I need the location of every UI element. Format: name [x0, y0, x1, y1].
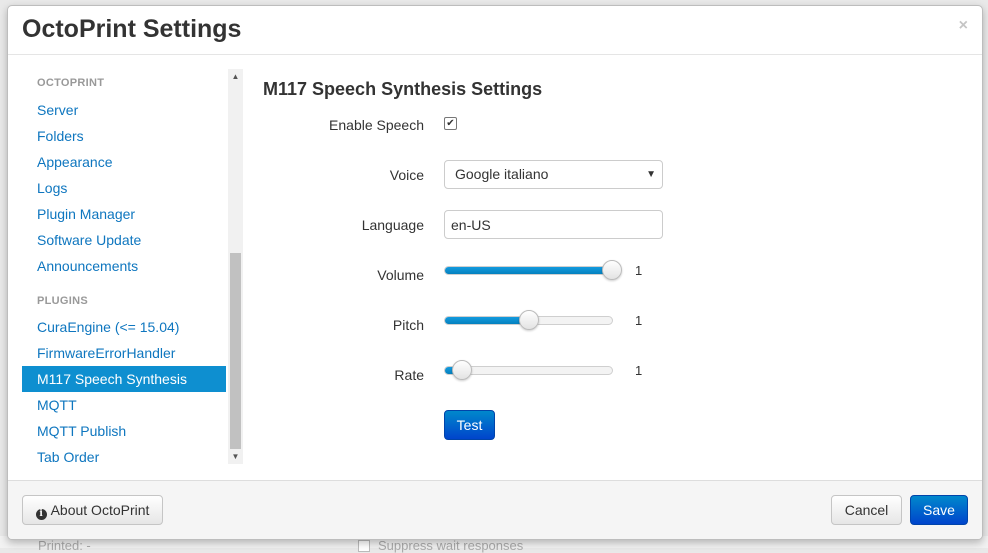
- sidebar-item-server[interactable]: Server: [22, 97, 226, 123]
- sidebar-scrollbar[interactable]: ▲ ▼: [228, 69, 243, 464]
- sidebar-item-mqtt[interactable]: MQTT: [22, 392, 226, 418]
- sidebar-item-tab-order[interactable]: Tab Order: [22, 444, 226, 464]
- pitch-slider-fill: [445, 317, 529, 324]
- sidebar-item-plugin-manager[interactable]: Plugin Manager: [22, 201, 226, 227]
- rate-label: Rate: [394, 367, 424, 383]
- sidebar-item-curaengine[interactable]: CuraEngine (<= 15.04): [22, 314, 226, 340]
- pitch-slider[interactable]: [444, 310, 613, 330]
- modal-footer: i About OctoPrint Cancel Save: [8, 480, 982, 539]
- background-printed-text: Printed: -: [38, 538, 91, 553]
- test-button[interactable]: Test: [444, 410, 495, 440]
- about-octoprint-label: About OctoPrint: [50, 502, 150, 518]
- settings-modal: OctoPrint Settings × OCTOPRINT Server Fo…: [7, 5, 983, 540]
- rate-slider[interactable]: [444, 360, 613, 380]
- background-checkbox: [358, 540, 370, 552]
- modal-title: OctoPrint Settings: [22, 15, 242, 43]
- volume-value: 1: [635, 263, 643, 278]
- rate-slider-handle[interactable]: [451, 360, 472, 380]
- sidebar-item-appearance[interactable]: Appearance: [22, 149, 226, 175]
- sidebar-item-logs[interactable]: Logs: [22, 175, 226, 201]
- section-title: M117 Speech Synthesis Settings: [263, 79, 543, 99]
- volume-slider-fill: [445, 267, 612, 274]
- volume-slider[interactable]: [444, 260, 622, 280]
- sidebar-item-folders[interactable]: Folders: [22, 123, 226, 149]
- pitch-label: Pitch: [392, 317, 424, 333]
- close-icon[interactable]: ×: [959, 16, 968, 36]
- sidebar-item-m117-speech-synthesis[interactable]: M117 Speech Synthesis: [22, 366, 226, 392]
- nav-header-octoprint: OCTOPRINT: [37, 77, 105, 89]
- enable-speech-label: Enable Speech: [329, 117, 424, 133]
- settings-sidebar: OCTOPRINT Server Folders Appearance Logs…: [22, 69, 228, 464]
- background-suppress-text: Suppress wait responses: [378, 538, 524, 553]
- enable-speech-checkbox[interactable]: ✔: [444, 117, 457, 130]
- modal-header: OctoPrint Settings ×: [8, 6, 982, 55]
- voice-select-value: Google italiano: [455, 166, 549, 182]
- sidebar-item-mqtt-publish[interactable]: MQTT Publish: [22, 418, 226, 444]
- language-label: Language: [361, 217, 424, 233]
- voice-label: Voice: [389, 167, 424, 183]
- chevron-down-icon: ▼: [646, 169, 656, 180]
- pitch-value: 1: [635, 313, 643, 328]
- cancel-button[interactable]: Cancel: [831, 495, 902, 525]
- about-octoprint-button[interactable]: i About OctoPrint: [22, 495, 163, 525]
- voice-select[interactable]: Google italiano ▼: [444, 160, 663, 189]
- rate-value: 1: [635, 363, 643, 378]
- scroll-thumb[interactable]: [230, 253, 241, 449]
- volume-label: Volume: [377, 267, 424, 283]
- scroll-up-arrow-icon[interactable]: ▲: [228, 69, 243, 84]
- volume-slider-handle[interactable]: [602, 260, 622, 280]
- language-input[interactable]: [444, 210, 663, 239]
- sidebar-item-software-update[interactable]: Software Update: [22, 227, 226, 253]
- pitch-slider-handle[interactable]: [518, 310, 539, 330]
- nav-header-plugins: PLUGINS: [37, 295, 88, 307]
- sidebar-item-firmware-error-handler[interactable]: FirmwareErrorHandler: [22, 340, 226, 366]
- scroll-down-arrow-icon[interactable]: ▼: [228, 449, 243, 464]
- info-icon: i: [35, 509, 47, 520]
- sidebar-item-announcements[interactable]: Announcements: [22, 253, 226, 279]
- save-button[interactable]: Save: [910, 495, 968, 525]
